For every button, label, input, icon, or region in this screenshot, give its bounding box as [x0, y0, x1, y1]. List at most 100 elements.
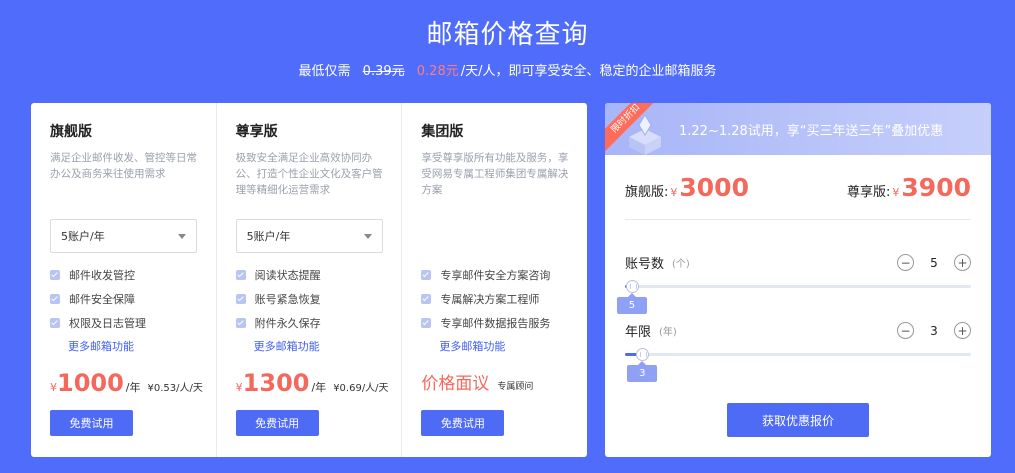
checkbox-icon [235, 294, 246, 304]
more-features-link[interactable]: 更多邮箱功能 [68, 338, 134, 354]
checkbox-icon [421, 318, 432, 328]
quote-panel: 限时折扣 1.22~1.28试用，享“买三年送三年”叠加优惠 旗舰版: ¥ 30… [605, 103, 991, 457]
hero-subtitle: 最低仅需 0.39元 0.28元/天/人，即可享受安全、稳定的企业邮箱服务 [0, 60, 1015, 79]
price-unit: /年 [311, 381, 327, 394]
currency-symbol: ¥ [50, 381, 57, 394]
free-trial-button[interactable]: 免费试用 [50, 410, 133, 436]
subtitle-prefix: 最低仅需 [298, 64, 351, 79]
feature-list: 专享邮件安全方案咨询 专属解决方案工程师 专享邮件数据报告服务 [421, 263, 550, 335]
premium-price: 3900 [901, 173, 971, 202]
plan-price: 价格面议 专属顾问 [421, 369, 533, 394]
checkbox-icon [235, 270, 246, 280]
years-value: 3 [930, 323, 938, 338]
caret-down-icon [178, 233, 186, 239]
plan-card-flagship: 旗舰版 满足企业邮件收发、管控等日常办公及商务来往使用需求 5账户/年 邮件收发… [31, 103, 217, 457]
feature-item: 邮件安全保障 [50, 287, 146, 311]
feature-item: 阅读状态提醒 [235, 263, 321, 287]
negotiable-price: 价格面议 [421, 374, 490, 394]
feature-item: 专属解决方案工程师 [421, 287, 550, 311]
years-stepper: − 3 + [897, 322, 971, 339]
page-title: 邮箱价格查询 [426, 20, 589, 50]
minus-button[interactable]: − [897, 322, 914, 339]
account-select-value: 5账户/年 [246, 230, 291, 243]
premium-quote: 尊享版: ¥ 3900 [847, 173, 971, 202]
feature-list: 阅读状态提醒 账号紧急恢复 附件永久保存 [235, 263, 321, 335]
plan-name: 旗舰版 [50, 124, 92, 140]
free-trial-button[interactable]: 免费试用 [235, 410, 319, 436]
get-quote-button[interactable]: 获取优惠报价 [727, 403, 869, 437]
feature-list: 邮件收发管控 邮件安全保障 权限及日志管理 [50, 263, 146, 335]
account-select-value: 5账户/年 [61, 230, 105, 243]
years-row: 年限 (年) − 3 + [625, 321, 971, 340]
plan-description: 极致安全满足企业高效协同办公、打造个性企业文化及客户管理等精细化运营需求 [235, 152, 383, 196]
feature-item: 附件永久保存 [235, 311, 321, 335]
plan-description: 享受尊享版所有功能及服务，享受网易专属工程师集团专属解决方案 [421, 152, 569, 196]
flagship-quote: 旗舰版: ¥ 3000 [625, 173, 749, 202]
feature-label: 账号紧急恢复 [254, 293, 321, 306]
promo-text: 1.22~1.28试用，享“买三年送三年”叠加优惠 [679, 124, 944, 139]
feature-label: 阅读状态提醒 [254, 269, 321, 282]
feature-label: 附件永久保存 [254, 317, 321, 330]
feature-item: 专享邮件安全方案咨询 [421, 263, 550, 287]
price-unit: /年 [125, 381, 141, 394]
slider-handle[interactable] [625, 280, 639, 293]
flagship-price: 3000 [679, 173, 749, 202]
plans-panel: 旗舰版 满足企业邮件收发、管控等日常办公及商务来往使用需求 5账户/年 邮件收发… [31, 103, 587, 457]
plan-card-premium: 尊享版 极致安全满足企业高效协同办公、打造个性企业文化及客户管理等精细化运营需求… [217, 103, 403, 457]
promo-banner: 限时折扣 1.22~1.28试用，享“买三年送三年”叠加优惠 [605, 103, 991, 155]
free-trial-button[interactable]: 免费试用 [421, 410, 505, 436]
plus-button[interactable]: + [954, 254, 971, 271]
feature-item: 邮件收发管控 [50, 263, 146, 287]
plan-name: 尊享版 [235, 124, 278, 140]
accounts-stepper: − 5 + [897, 254, 971, 271]
feature-label: 专享邮件安全方案咨询 [440, 269, 551, 282]
checkbox-icon [50, 294, 60, 304]
checkbox-icon [50, 318, 60, 328]
checkbox-icon [421, 294, 432, 304]
plan-name: 集团版 [421, 124, 464, 140]
price-value: 1000 [57, 369, 124, 397]
plan-card-group: 集团版 享受尊享版所有功能及服务，享受网易专属工程师集团专属解决方案 专享邮件安… [402, 103, 587, 457]
subtitle-suffix: /天/人，即可享受安全、稳定的企业邮箱服务 [460, 64, 717, 79]
plan-price: ¥ 1000 /年 ¥0.53/人/天 [50, 369, 203, 397]
accounts-label: 账号数 [625, 257, 665, 272]
plus-button[interactable]: + [954, 322, 971, 339]
feature-label: 专属解决方案工程师 [440, 293, 540, 306]
plan-price: ¥ 1300 /年 ¥0.69/人/天 [236, 369, 389, 397]
feature-item: 账号紧急恢复 [235, 287, 321, 311]
accounts-unit: (个) [672, 259, 690, 270]
currency-symbol: ¥ [892, 186, 900, 199]
currency-symbol: ¥ [235, 381, 243, 394]
feature-label: 权限及日志管理 [69, 317, 146, 330]
accounts-row: 账号数 (个) − 5 + [625, 253, 971, 272]
daily-price: ¥0.53/人/天 [147, 383, 203, 394]
more-features-link[interactable]: 更多邮箱功能 [439, 338, 505, 354]
feature-item: 专享邮件数据报告服务 [421, 311, 550, 335]
new-price: 0.28元 [416, 64, 459, 79]
account-select[interactable]: 5账户/年 [235, 219, 383, 253]
caret-down-icon [363, 233, 372, 239]
quote-prices: 旗舰版: ¥ 3000 尊享版: ¥ 3900 [625, 173, 971, 202]
divider [625, 219, 971, 220]
advisor-tag: 专属顾问 [497, 382, 534, 392]
years-slider[interactable]: 3 [625, 348, 971, 382]
feature-label: 邮件收发管控 [69, 269, 135, 282]
minus-button[interactable]: − [897, 254, 914, 271]
checkbox-icon [50, 270, 60, 280]
slider-value-bubble: 5 [616, 293, 647, 314]
checkbox-icon [421, 270, 432, 280]
slider-handle[interactable] [636, 348, 650, 361]
accounts-value: 5 [930, 255, 938, 270]
old-price: 0.39元 [362, 64, 405, 79]
feature-item: 权限及日志管理 [50, 311, 146, 335]
price-value: 1300 [242, 369, 310, 397]
years-label: 年限 [625, 325, 652, 340]
feature-label: 专享邮件数据报告服务 [440, 317, 551, 330]
accounts-slider[interactable]: 5 [616, 280, 971, 314]
more-features-link[interactable]: 更多邮箱功能 [254, 338, 320, 354]
account-select[interactable]: 5账户/年 [50, 219, 197, 253]
slider-value-bubble: 3 [627, 361, 658, 382]
checkbox-icon [235, 318, 246, 328]
years-unit: (年) [659, 327, 677, 338]
plan-description: 满足企业邮件收发、管控等日常办公及商务来往使用需求 [50, 152, 197, 180]
